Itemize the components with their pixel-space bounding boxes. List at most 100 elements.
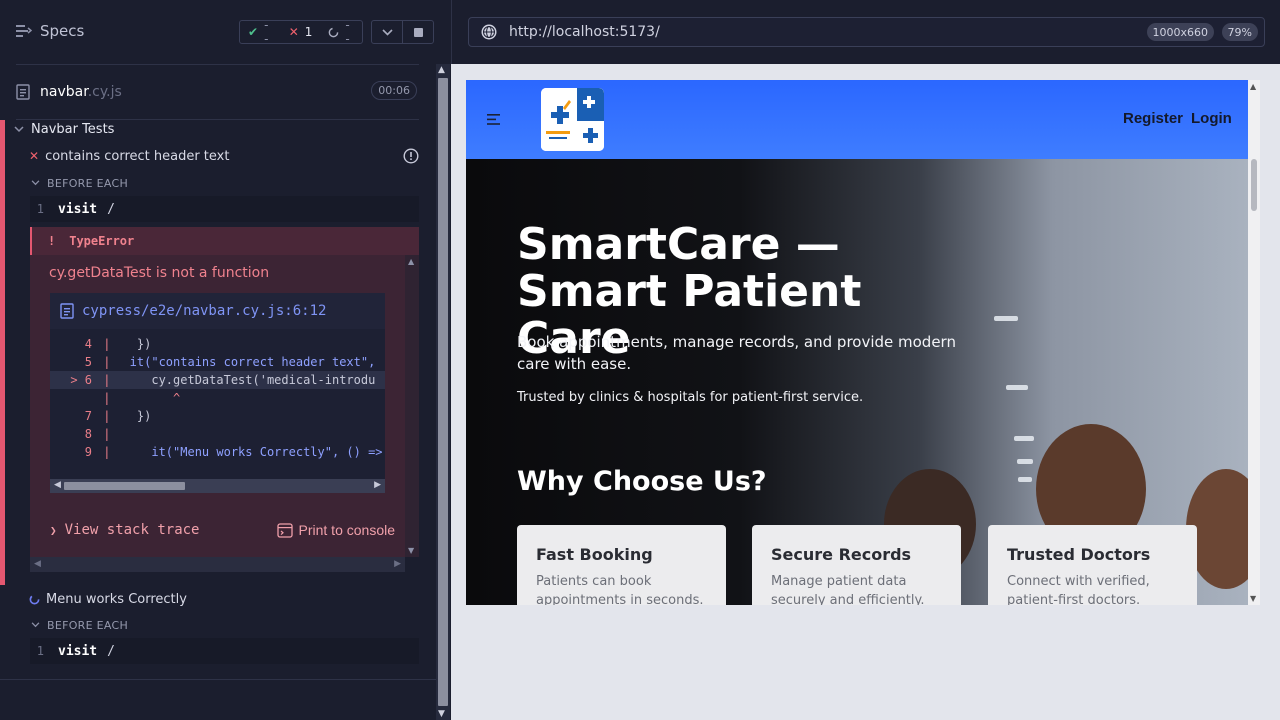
command-arg: /: [107, 643, 115, 659]
test-row-running[interactable]: Menu works Correctly: [29, 591, 187, 607]
chevron-down-icon: [14, 125, 24, 132]
command-name: visit: [58, 201, 98, 217]
error-horizontal-scrollbar[interactable]: ◀ ▶: [30, 557, 405, 572]
command-number: 1: [36, 202, 44, 216]
specs-toggle[interactable]: Specs: [16, 22, 84, 40]
feature-card-text: Patients can book appointments in second…: [536, 574, 704, 605]
spec-duration: 00:06: [371, 81, 417, 100]
stack-trace-label: View stack trace: [64, 522, 200, 538]
test-title: Menu works Correctly: [46, 591, 187, 607]
error-message: cy.getDataTest is not a function: [49, 265, 270, 281]
code-lines: 4 | }) 5 | it("contains correct header t…: [50, 335, 385, 461]
line-number: 5: [84, 355, 92, 369]
line-number: 9: [84, 445, 92, 459]
error-bang-icon: !: [48, 234, 56, 248]
zoom-badge[interactable]: 79%: [1221, 23, 1258, 41]
line-number: > 6: [70, 373, 92, 387]
scroll-up-arrow-icon[interactable]: ▲: [438, 65, 445, 75]
line-text: ^: [108, 391, 181, 405]
feature-card-text: Connect with verified, patient-first doc…: [1007, 574, 1150, 605]
hamburger-icon[interactable]: [487, 114, 501, 125]
code-frame-file-link[interactable]: cypress/e2e/navbar.cy.js:6:12: [50, 293, 385, 329]
command-row[interactable]: 1 visit /: [30, 638, 419, 664]
scroll-down-arrow-icon[interactable]: ▼: [1250, 594, 1256, 603]
error-vertical-scrollbar[interactable]: ▲ ▼: [405, 255, 419, 557]
view-stack-trace-button[interactable]: ❯ View stack trace: [50, 522, 199, 538]
x-icon: ✕: [29, 149, 40, 163]
code-horizontal-scrollbar[interactable]: ◀ ▶: [50, 479, 385, 493]
logo-icon: [541, 88, 604, 151]
scroll-right-arrow-icon[interactable]: ▶: [374, 480, 381, 490]
chevron-down-icon: [31, 622, 40, 628]
hook-row[interactable]: BEFORE EACH: [31, 176, 128, 190]
code-line: 5 | it("contains correct header text",: [50, 353, 385, 371]
options-button[interactable]: [372, 21, 403, 43]
code-frame-path: cypress/e2e/navbar.cy.js:6:12: [82, 303, 327, 319]
register-link[interactable]: Register: [1123, 110, 1183, 127]
file-icon: [60, 303, 74, 319]
code-line: 7 | }): [50, 407, 385, 425]
scroll-left-arrow-icon[interactable]: ◀: [34, 559, 41, 569]
spec-extension: .cy.js: [87, 84, 122, 100]
error-panel: ! TypeError cy.getDataTest is not a func…: [30, 227, 419, 557]
run-controls: [371, 20, 434, 44]
code-line: 8 |: [50, 425, 385, 443]
failed-suite-indicator: [0, 120, 5, 585]
terminal-icon: [276, 522, 293, 538]
file-icon: [16, 84, 30, 100]
reporter-scrollbar[interactable]: ▲ ▼: [436, 64, 450, 720]
command-arg: /: [107, 201, 115, 217]
chevron-right-icon: ❯: [50, 523, 57, 537]
feature-card: Secure Records Manage patient data secur…: [752, 525, 961, 605]
feature-card-title: Secure Records: [771, 545, 912, 564]
scroll-thumb[interactable]: [438, 78, 448, 706]
scroll-left-arrow-icon[interactable]: ◀: [54, 480, 61, 490]
alert-circle-icon[interactable]: [403, 148, 419, 164]
browser-toolbar: http://localhost:5173/ 1000x660 79%: [451, 0, 1280, 64]
app-scrollbar[interactable]: ▲ ▼: [1248, 80, 1260, 605]
stop-button[interactable]: [403, 21, 433, 43]
scroll-up-arrow-icon[interactable]: ▲: [408, 257, 414, 266]
background-light: [1017, 459, 1033, 464]
url-bar[interactable]: http://localhost:5173/ 1000x660 79%: [468, 17, 1265, 47]
hero-trust-line: Trusted by clinics & hospitals for patie…: [517, 390, 864, 405]
login-link[interactable]: Login: [1191, 110, 1232, 127]
command-row[interactable]: 1 visit /: [30, 196, 419, 222]
test-title: contains correct header text: [45, 148, 230, 164]
error-type: TypeError: [69, 234, 135, 248]
background-light: [1006, 385, 1028, 390]
divider: [16, 64, 419, 65]
scroll-down-arrow-icon[interactable]: ▼: [438, 709, 445, 719]
test-stats: ✔ -- ✕ 1 --: [239, 18, 363, 46]
suite-row[interactable]: Navbar Tests: [14, 121, 114, 137]
test-row-failed[interactable]: ✕ contains correct header text: [29, 148, 419, 164]
background-light: [1018, 477, 1032, 482]
code-line: | ^: [96, 391, 181, 405]
line-text: it("Menu works Correctly", () =>: [108, 445, 383, 459]
scroll-down-arrow-icon[interactable]: ▼: [408, 546, 414, 555]
feature-card: Fast Booking Patients can book appointme…: [517, 525, 726, 605]
scroll-right-arrow-icon[interactable]: ▶: [394, 559, 401, 569]
background-light: [994, 316, 1018, 321]
stop-icon: [413, 27, 423, 37]
feature-card-title: Fast Booking: [536, 545, 653, 564]
passed-count: --: [264, 18, 269, 46]
line-text: }): [108, 409, 152, 423]
navbar: Register Login: [466, 80, 1248, 159]
chevron-down-icon: [381, 28, 393, 36]
scroll-thumb[interactable]: [64, 482, 185, 490]
scroll-thumb[interactable]: [1251, 159, 1257, 211]
hook-row[interactable]: BEFORE EACH: [31, 618, 128, 632]
spec-file-header[interactable]: navbar.cy.js 00:06: [16, 80, 419, 104]
hook-title: BEFORE EACH: [47, 176, 129, 190]
scroll-up-arrow-icon[interactable]: ▲: [1250, 82, 1256, 91]
line-text: cy.getDataTest('medical-introdu: [108, 373, 376, 387]
x-icon: ✕: [288, 25, 299, 39]
code-line: 4 | }): [50, 335, 385, 353]
brand-logo[interactable]: [541, 88, 604, 151]
line-number: 8: [84, 427, 92, 441]
viewport-size-badge[interactable]: 1000x660: [1146, 23, 1214, 41]
print-to-console-button[interactable]: Print to console: [276, 522, 395, 538]
suite-title: Navbar Tests: [31, 121, 115, 137]
hero-lead: Book appointments, manage records, and p…: [517, 333, 956, 373]
